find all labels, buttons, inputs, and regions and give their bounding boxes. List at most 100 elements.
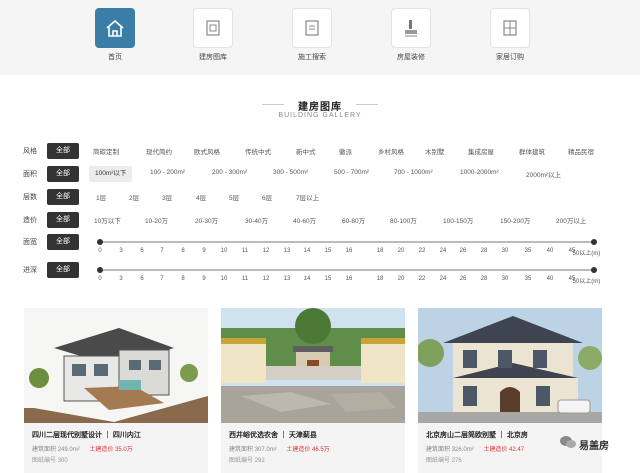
filter-option[interactable]: 10-20万 [145, 215, 168, 225]
top-nav: 首页 建房图库 施工搜索 房屋装修 家居订购 [0, 0, 640, 75]
watermark: 易盖房 [560, 435, 636, 452]
house-card[interactable]: 西井峪优选农舍 ｜ 天津蓟县 建筑面积 307.0m² 土建造价 46.5万 图… [221, 308, 405, 473]
slider-tick-label: 0 [98, 248, 102, 254]
filter-option[interactable]: 木别墅 [425, 146, 445, 156]
filter-all-button[interactable]: 全部 [47, 234, 79, 250]
filter-row-area: 面积 全部 100m²以下 100 - 200m² 200 - 300m² 30… [0, 166, 640, 182]
filter-option[interactable]: 现代简约 [146, 146, 172, 156]
nav-label: 首页 [108, 54, 122, 61]
nav-label: 房屋装修 [397, 54, 425, 61]
filter-label: 风格 [23, 148, 37, 155]
house-image[interactable] [418, 308, 602, 423]
watermark-text: 易盖房 [579, 440, 609, 452]
filter-option[interactable]: 700 - 1000m² [394, 169, 433, 176]
price-value: 42.47 [509, 447, 525, 453]
nav-item-renovation[interactable]: 房屋装修 [381, 8, 441, 62]
filter-option[interactable]: 10万以下 [94, 215, 121, 225]
filter-option[interactable]: 5层 [229, 192, 239, 202]
filter-label: 造价 [23, 217, 37, 224]
page-subtitle: BUILDING GALLERY [278, 112, 362, 119]
slider-tick-label: 30 [501, 276, 509, 282]
filter-label: 进深 [23, 267, 37, 274]
filter-option[interactable]: 20-30万 [195, 215, 218, 225]
filter-all-button[interactable]: 全部 [47, 166, 79, 182]
width-slider-min-handle[interactable] [97, 239, 103, 245]
filter-option[interactable]: 500 - 700m² [334, 169, 369, 176]
filter-option[interactable]: 传统中式 [245, 146, 271, 156]
filter-option[interactable]: 徽派 [339, 146, 352, 156]
filter-option[interactable]: 100-150万 [443, 215, 473, 225]
filter-option[interactable]: 150-200万 [500, 215, 530, 225]
slider-tick-label: 50以上(m) [572, 251, 601, 257]
filter-option[interactable]: 1000-2000m² [460, 169, 499, 176]
filter-option[interactable]: 2000m²以上 [526, 169, 561, 179]
filter-all-button[interactable]: 全部 [47, 143, 79, 159]
slider-tick-label: 28 [480, 248, 488, 254]
depth-slider-max-handle[interactable] [591, 267, 597, 273]
slider-tick-label: 15 [324, 248, 332, 254]
filter-option[interactable]: 300 - 500m² [273, 169, 308, 176]
slider-tick-label: 40 [546, 276, 554, 282]
price-label: 土建造价 [483, 447, 508, 453]
width-slider-max-handle[interactable] [591, 239, 597, 245]
filter-option-selected[interactable]: 100m²以下 [89, 166, 133, 182]
slider-tick-label: 26 [459, 276, 467, 282]
house-card[interactable]: 四川二层现代别墅设计 ｜ 四川内江 建筑面积 249.0m² 土建造价 35.0… [24, 308, 208, 473]
filter-all-button[interactable]: 全部 [47, 262, 79, 278]
renovation-icon [391, 8, 431, 48]
code-label: 图纸编号 [229, 458, 254, 464]
slider-tick-label: 6 [140, 276, 144, 282]
slider-tick-label: 12 [262, 248, 270, 254]
house-image[interactable] [221, 308, 405, 423]
house-code: 图纸编号 300 [32, 455, 200, 464]
house-card-info: 四川二层现代别墅设计 ｜ 四川内江 建筑面积 249.0m² 土建造价 35.0… [24, 423, 208, 473]
filter-option[interactable]: 40-60万 [293, 215, 316, 225]
filter-option[interactable]: 3层 [162, 192, 172, 202]
slider-tick-label: 10 [220, 276, 228, 282]
nav-item-gallery[interactable]: 建房图库 [183, 8, 243, 62]
slider-tick-label: 8 [181, 248, 185, 254]
filter-option[interactable]: 新中式 [296, 146, 316, 156]
area-value: 307.0m² [254, 447, 277, 453]
depth-slider-track[interactable] [100, 269, 594, 271]
filter-option[interactable]: 100 - 200m² [150, 169, 185, 176]
filter-option[interactable]: 30-40万 [245, 215, 268, 225]
slider-tick-label: 35 [524, 276, 532, 282]
house-image[interactable] [24, 308, 208, 423]
slider-tick-label: 18 [376, 248, 384, 254]
filter-all-button[interactable]: 全部 [47, 189, 79, 205]
filter-option[interactable]: 集成房屋 [468, 146, 494, 156]
filter-option[interactable]: 60-80万 [342, 215, 365, 225]
page-title: 建房图库 [298, 102, 342, 113]
filter-option[interactable]: 简碳定制 [93, 146, 119, 156]
slider-tick-label: 35 [524, 248, 532, 254]
slider-tick-label: 26 [459, 248, 467, 254]
slider-tick-label: 20 [397, 248, 405, 254]
slider-tick-label: 10 [220, 248, 228, 254]
filter-row-floors: 层数 全部 1层 2层 3层 4层 5层 6层 7层以上 [0, 189, 640, 205]
nav-label: 建房图库 [199, 54, 227, 61]
filter-option[interactable]: 精品民宿 [568, 146, 594, 156]
filter-option[interactable]: 80-100万 [390, 215, 417, 225]
filter-all-button[interactable]: 全部 [47, 212, 79, 228]
filter-option[interactable]: 群体建筑 [519, 146, 545, 156]
nav-item-construction-search[interactable]: 施工搜索 [282, 8, 342, 62]
filter-option[interactable]: 7层以上 [296, 192, 319, 202]
filter-option[interactable]: 1层 [96, 192, 106, 202]
nav-item-furniture[interactable]: 家居订购 [480, 8, 540, 62]
filter-option[interactable]: 欧式风格 [194, 146, 220, 156]
depth-slider-min-handle[interactable] [97, 267, 103, 273]
filter-option[interactable]: 200 - 300m² [212, 169, 247, 176]
slider-tick-label: 16 [345, 276, 353, 282]
gallery-icon [193, 8, 233, 48]
width-slider-track[interactable] [100, 241, 594, 243]
filter-option[interactable]: 6层 [262, 192, 272, 202]
filter-option[interactable]: 乡村风格 [378, 146, 404, 156]
nav-label: 施工搜索 [298, 54, 326, 61]
filter-option[interactable]: 4层 [196, 192, 206, 202]
slider-tick-label: 11 [241, 276, 249, 282]
filter-option[interactable]: 200万以上 [556, 215, 586, 225]
filter-option[interactable]: 2层 [129, 192, 139, 202]
price-label: 土建造价 [89, 447, 114, 453]
nav-item-home[interactable]: 首页 [85, 8, 145, 62]
